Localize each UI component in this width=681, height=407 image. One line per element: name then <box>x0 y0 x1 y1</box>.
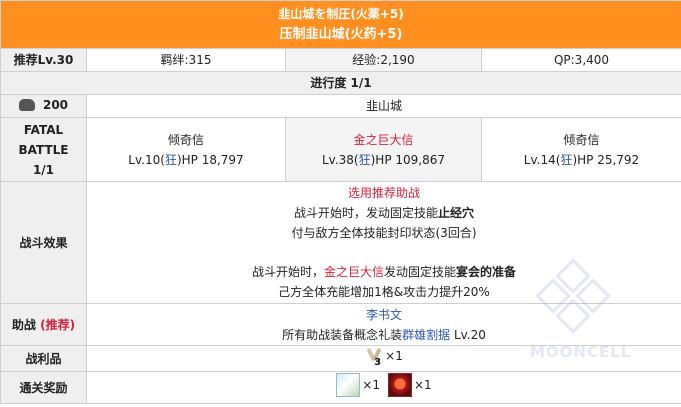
ap-icon <box>18 99 35 111</box>
servant-link[interactable]: 李书文 <box>366 308 402 322</box>
enemy-1: 倾奇信 Lv.10(狂)HP 18,797 <box>86 117 286 182</box>
info-row: 推荐Lv.30 羁绊:315 经验:2,190 QP:3,400 <box>0 48 681 72</box>
recommended-tag: (推荐) <box>40 317 76 332</box>
qp-value: QP:3,400 <box>481 48 681 72</box>
recommended-level: 推荐Lv.30 <box>0 48 87 72</box>
class-link[interactable]: 狂 <box>165 153 177 167</box>
skill-name: 止经穴 <box>438 206 475 220</box>
bone-material-icon[interactable]: 3 <box>365 347 383 368</box>
effect-label: 战斗效果 <box>0 181 87 304</box>
progress-label: 进行度 1/1 <box>0 71 681 95</box>
drops-label: 战利品 <box>0 345 87 372</box>
class-link[interactable]: 狂 <box>359 153 371 167</box>
exp-value: 经验:2,190 <box>285 48 482 72</box>
drops-row: 战利品 3 ×1 <box>0 345 681 372</box>
support-note: 选用推荐助战 <box>347 186 420 200</box>
progress-row: 进行度 1/1 <box>0 71 681 95</box>
effect-content: 选用推荐助战 战斗开始时，发动固定技能止经穴 付与敌方全体技能封印状态(3回合)… <box>86 181 681 304</box>
quest-header: 韭山城を制圧(火薬+5) 压制韭山城(火药+5) <box>0 0 681 49</box>
enemy-2: 金之巨大信 Lv.38(狂)HP 109,867 <box>285 117 482 182</box>
location-name: 韭山城 <box>86 94 681 118</box>
fire-card-icon[interactable] <box>388 372 412 397</box>
quest-table: 韭山城を制圧(火薬+5) 压制韭山城(火药+5) 推荐Lv.30 羁绊:315 … <box>0 0 681 404</box>
enemy-name: 倾奇信 <box>167 132 204 147</box>
bond-value: 羁绊:315 <box>86 48 286 72</box>
ap-value: 200 <box>42 98 69 112</box>
support-row: 助战 (推荐) 李书文 所有助战装备概念礼装群雄割据 Lv.20 <box>0 303 681 346</box>
class-link[interactable]: 狂 <box>560 153 572 167</box>
battle-label: FATAL BATTLE 1/1 <box>0 117 87 182</box>
rewards-label: 通关奖励 <box>0 371 87 404</box>
skill-name: 宴会的准备 <box>456 265 517 279</box>
support-label: 助战 <box>11 317 36 332</box>
ap-row: 200 韭山城 <box>0 94 681 118</box>
effect-row: 战斗效果 选用推荐助战 战斗开始时，发动固定技能止经穴 付与敌方全体技能封印状态… <box>0 181 681 304</box>
battle-row: FATAL BATTLE 1/1 倾奇信 Lv.10(狂)HP 18,797 金… <box>0 117 681 182</box>
quest-title-cn: 压制韭山城(火药+5) <box>279 27 403 42</box>
enemy-name: 金之巨大信 <box>353 132 414 147</box>
ce-card-icon[interactable] <box>336 372 361 397</box>
enemy-name: 倾奇信 <box>563 132 600 147</box>
ce-link[interactable]: 群雄割据 <box>402 328 450 342</box>
rewards-row: 通关奖励 ×1 ×1 <box>0 371 681 404</box>
drop-count: ×1 <box>385 349 403 363</box>
quest-title-jp: 韭山城を制圧(火薬+5) <box>278 7 404 21</box>
enemy-3: 倾奇信 Lv.14(狂)HP 25,792 <box>481 117 681 182</box>
